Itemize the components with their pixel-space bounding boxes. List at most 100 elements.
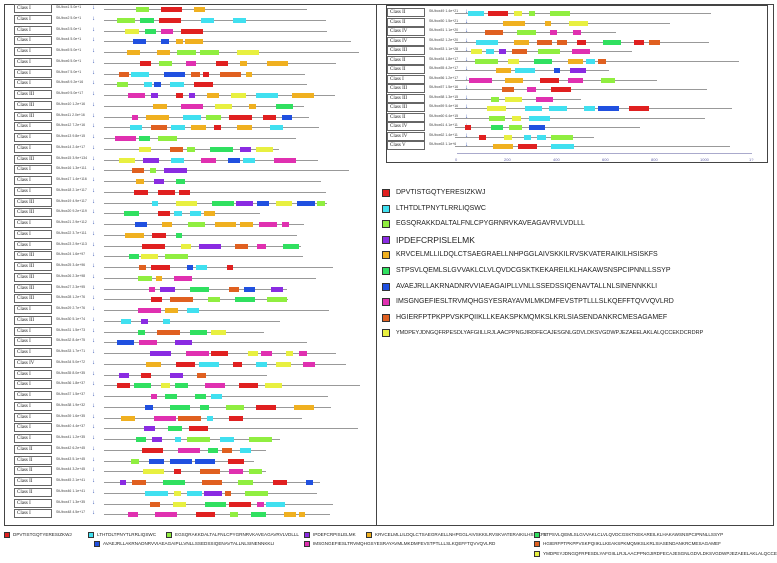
motif-box-m5 — [246, 71, 253, 77]
left-row: Class I StUbox22 3.7e+111 ↓ — [14, 229, 374, 240]
motif-box-m1 — [487, 11, 508, 16]
motif-box-m5 — [146, 361, 162, 367]
motif-box-m10 — [276, 361, 292, 367]
left-row: Class I StUbox36 1.8e+37 ↓ — [14, 380, 374, 390]
motif-box-m6 — [207, 447, 218, 453]
gene-label: StUbox36 1.8e+37 — [56, 381, 86, 386]
motif-box-m2 — [467, 11, 484, 16]
motif-box-m3 — [230, 512, 239, 518]
strand-marker: ↓ — [92, 155, 95, 162]
class-label: Class I — [14, 186, 52, 196]
motif-box-m5 — [545, 20, 552, 26]
motif-box-m3 — [316, 200, 325, 206]
motif-box-m9 — [178, 415, 202, 421]
motif-box-m3 — [225, 404, 244, 410]
motif-box-m5 — [294, 404, 315, 410]
motif-box-m3 — [130, 458, 139, 464]
gene-label: StUbox5 5.0e+1 — [56, 48, 82, 52]
gene-label: StUbox11 2.0e+16 — [56, 112, 85, 117]
motif-box-m1 — [228, 415, 243, 421]
class-label: Class I — [14, 337, 52, 347]
motif-box-m6 — [135, 437, 146, 442]
motif-box-m1 — [150, 297, 162, 303]
motif-box-m10 — [119, 157, 136, 163]
motif-box-m8 — [131, 114, 138, 120]
right-row: Class IV StUbox62 1.4e+11 ↓ — [387, 131, 767, 142]
motif-box-m8 — [174, 275, 193, 281]
gene-label: StUbox23 2.9e+113 — [56, 241, 87, 246]
motif-box-m2 — [528, 115, 550, 121]
motif-box-m8 — [177, 447, 200, 453]
motif-box-m2 — [548, 106, 567, 111]
bottom-legend-swatch — [166, 532, 172, 538]
class-label: Class III — [14, 272, 52, 282]
left-row: Class I StUbox41 1.2e+35 ↓ — [14, 434, 374, 444]
motif-box-m2 — [523, 134, 531, 140]
protein-line — [104, 342, 307, 344]
panel-divider — [376, 4, 377, 526]
protein-line — [104, 428, 358, 430]
motif-box-m3 — [549, 11, 570, 16]
class-label: Class I — [14, 36, 52, 46]
left-row: Class I StUbox47 1.3e+35 ↓ — [14, 498, 374, 509]
strand-marker: ↓ — [92, 402, 95, 409]
motif-box-m6 — [209, 146, 233, 152]
motif-box-m3 — [208, 297, 221, 303]
motif-box-m8 — [298, 351, 307, 356]
motif-box-m1 — [551, 87, 572, 92]
motif-box-m6 — [199, 404, 209, 410]
motif-box-m10 — [514, 11, 523, 16]
class-label: Class IV — [387, 27, 425, 36]
protein-line — [104, 277, 316, 279]
motif-box-m5 — [135, 179, 144, 184]
strand-marker: ↓ — [92, 37, 95, 44]
protein-line — [104, 267, 333, 268]
motif-box-m1 — [228, 458, 245, 464]
protein-line — [104, 52, 359, 53]
right-row: Class II StUbox54 1.8e+17 ↓ — [387, 55, 767, 66]
motif-box-m8 — [154, 512, 177, 518]
gene-label: StUbox40 4.4e+37 — [56, 424, 86, 429]
motif-box-m9 — [224, 490, 231, 496]
strand-marker: ↓ — [92, 467, 95, 474]
class-label: Class III — [387, 84, 425, 93]
motif-box-m1 — [150, 265, 170, 270]
gene-label: StUbox31 1.5e+73 — [56, 327, 86, 332]
strand-marker: ↓ — [92, 101, 95, 108]
right-row: Class III StUbox59 5.4e+16 ↓ — [387, 103, 767, 113]
gene-label: StUbox43 5.1e+45 — [56, 456, 86, 461]
gene-label: StUbox28 1.2e+76 — [56, 295, 86, 300]
motif-box-m10 — [141, 254, 159, 260]
motif-box-m8 — [204, 383, 225, 389]
gene-label: StUbox33 1.7e+71 — [56, 349, 86, 353]
motif-box-m8 — [153, 415, 176, 421]
motif-box-m1 — [174, 469, 182, 475]
class-label: Class I — [14, 412, 52, 422]
left-row: Class I StUbox18 2.1e+117 ↓ — [14, 186, 374, 197]
legend-sequence: LTHTDLTPNYTLRRLIQSWC — [396, 204, 486, 212]
motif-box-m7 — [553, 68, 560, 73]
motif-box-m1 — [195, 512, 215, 518]
class-label: Class I — [14, 47, 52, 56]
left-row: Class III StUbox27 2.3e+95 ↓ — [14, 283, 374, 294]
motif-box-m1 — [193, 82, 213, 88]
motif-box-m7 — [164, 71, 185, 77]
gene-label: StUbox26 2.3e+98 — [56, 273, 86, 278]
bottom-legend-sequence: IPDEFCRPISLELMK — [313, 532, 356, 537]
class-label: Class I — [14, 240, 52, 250]
motif-box-m3 — [600, 77, 615, 83]
legend-sequence: STPSVLQEMLSLGVVAKLCLVLQVDCGSKTKEKAREILKL… — [396, 267, 671, 274]
legend-swatch — [382, 267, 390, 275]
strand-marker: ↓ — [92, 209, 95, 216]
legend-sequence: DPVTISTGQTYERESIZKWJ — [396, 189, 486, 196]
strand-marker: ↓ — [92, 306, 95, 312]
motif-box-m10 — [173, 501, 186, 507]
left-row: Class I StUbox31 1.5e+73 ↓ — [14, 326, 374, 337]
gene-label: StUbox16 1.3e+111 — [56, 166, 87, 171]
class-label: Class II — [387, 8, 425, 17]
axis-tick-label: 800 — [651, 157, 658, 162]
motif-box-m2 — [170, 82, 185, 88]
motif-box-m2 — [129, 125, 142, 131]
motif-box-m3 — [200, 50, 220, 55]
motif-box-m5 — [204, 211, 216, 217]
